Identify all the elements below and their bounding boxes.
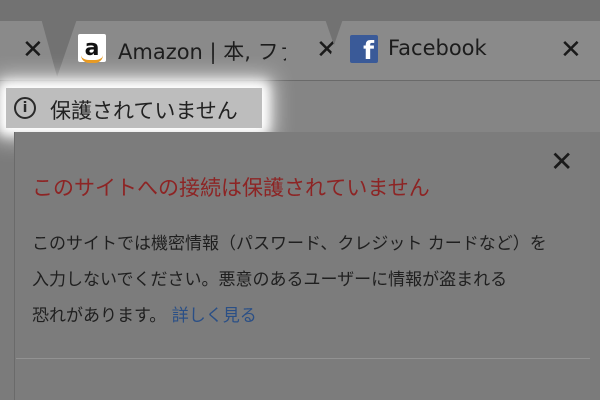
tab-title: Facebook [388,36,487,60]
facebook-icon: f [350,35,378,63]
tab-facebook[interactable]: f Facebook ✕ [322,21,600,80]
tab-amazon[interactable]: a Amazon | 本, ファ ✕ [56,21,346,80]
bubble-title: このサイトへの接続は保護されていません [32,176,430,200]
tab-previous[interactable]: ✕ [0,21,58,80]
tab-close-icon[interactable]: ✕ [22,37,44,63]
message-line: 入力しないでください。悪意のあるユーザーに情報が盗まれる [32,270,508,290]
message-line: 恐れがあります。 詳しく見る [32,298,572,334]
info-icon: i [14,97,36,119]
divider [16,358,590,359]
close-icon[interactable]: ✕ [550,148,573,176]
site-security-chip[interactable]: i 保護されていません [6,88,262,128]
tab-title: Amazon | 本, ファ [118,40,286,64]
security-status-label: 保護されていません [50,99,238,123]
message-text: 恐れがあります。 [32,306,167,326]
learn-more-link[interactable]: 詳しく見る [172,306,257,326]
tab-strip: ✕ a Amazon | 本, ファ ✕ f Facebook ✕ [0,0,600,80]
tab-close-icon[interactable]: ✕ [560,37,582,63]
bubble-message: このサイトでは機密情報（パスワード、クレジット カードなど）を 入力しないでくだ… [32,226,572,334]
message-line: このサイトでは機密情報（パスワード、クレジット カードなど）を [32,234,547,254]
